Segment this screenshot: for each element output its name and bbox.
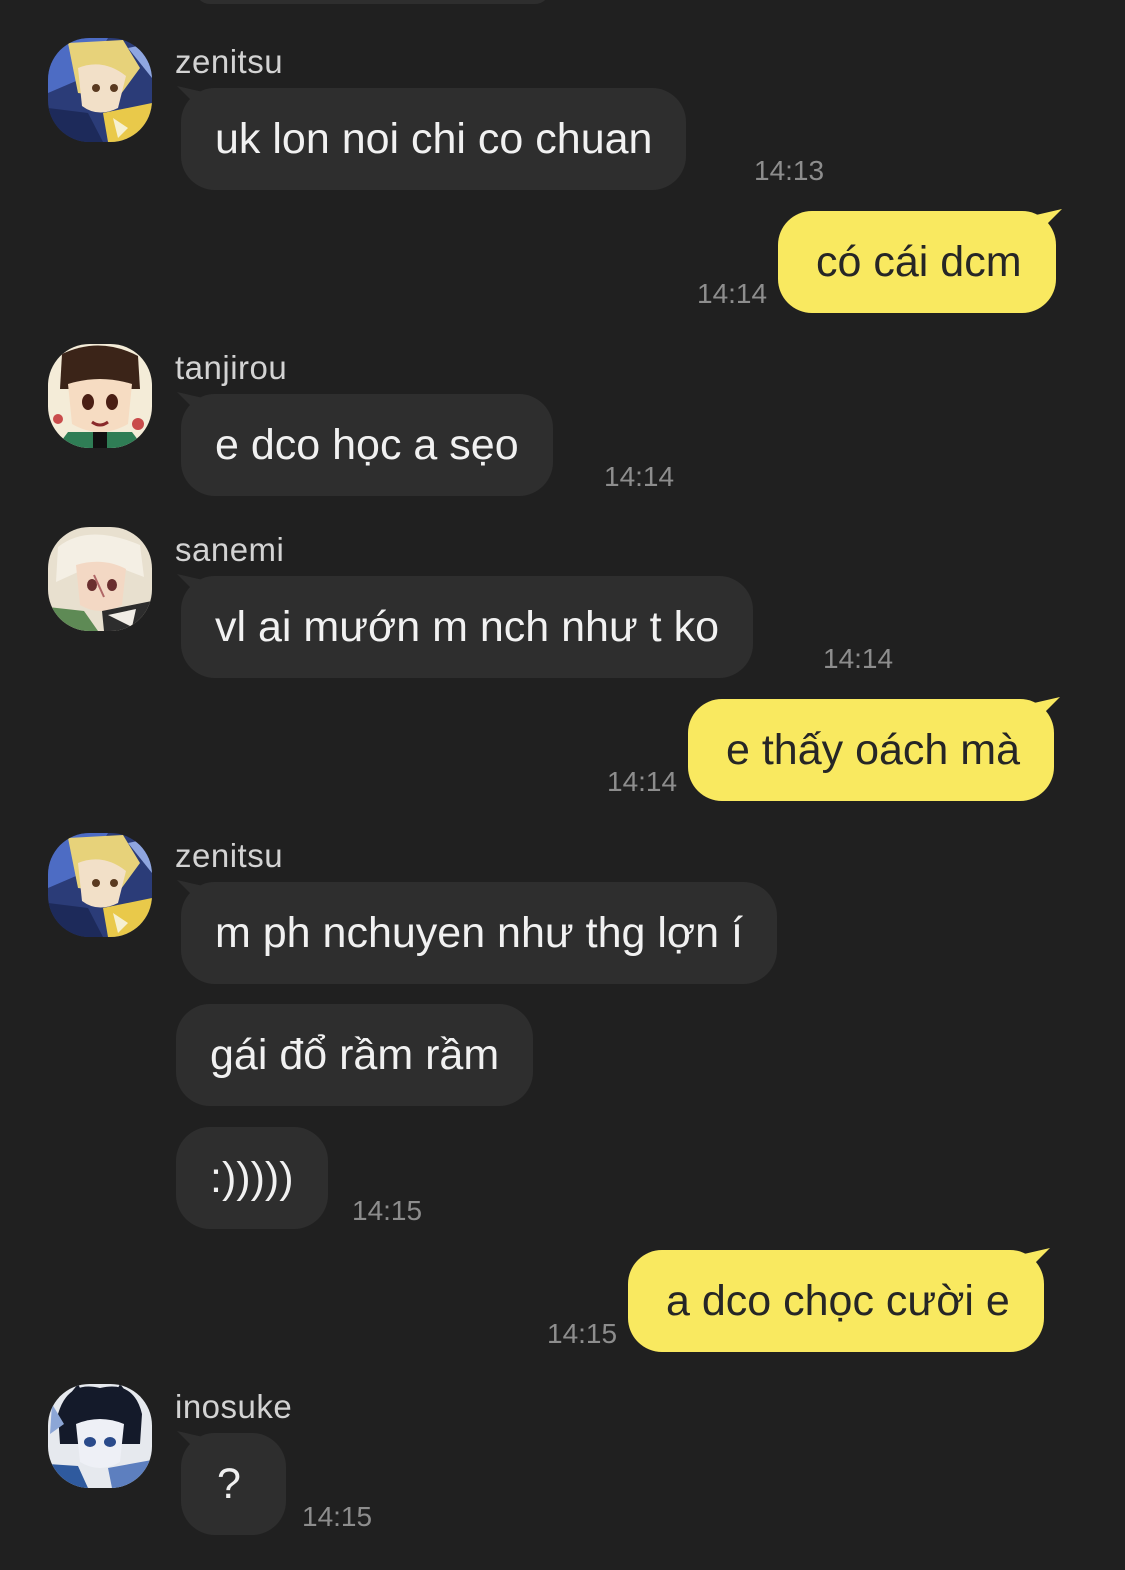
message-text: có cái dcm bbox=[816, 238, 1022, 286]
avatar-sanemi[interactable] bbox=[48, 527, 152, 631]
message-time: 14:13 bbox=[754, 155, 825, 186]
message-text: gái đổ rầm rầm bbox=[210, 1031, 500, 1079]
avatar-tanjirou[interactable] bbox=[48, 344, 152, 448]
message-bubble[interactable]: e dco học a sẹo bbox=[177, 392, 553, 496]
message-time: 14:14 bbox=[823, 643, 894, 674]
message-text: m ph nchuyen như thg lợn í bbox=[215, 909, 743, 957]
message-time: 14:14 bbox=[607, 766, 678, 797]
avatar-inosuke[interactable] bbox=[48, 1384, 152, 1488]
message-text: a dco chọc cười e bbox=[666, 1277, 1010, 1325]
message-bubble[interactable]: gái đổ rầm rầm bbox=[176, 1004, 534, 1106]
my-message-bubble[interactable]: e thấy oách mà bbox=[688, 697, 1061, 801]
message-time: 14:15 bbox=[547, 1318, 618, 1349]
sanemi-avatar-icon bbox=[48, 527, 152, 631]
sender-name: zenitsu bbox=[175, 43, 284, 80]
bubble-tail-icon bbox=[177, 392, 203, 418]
avatar-zenitsu[interactable] bbox=[48, 38, 152, 142]
message-time: 14:15 bbox=[302, 1501, 373, 1532]
tanjirou-avatar-icon bbox=[48, 344, 152, 448]
inosuke-avatar-icon bbox=[48, 1384, 152, 1488]
message-bubble[interactable]: :))))) bbox=[176, 1127, 328, 1229]
message-text: :))))) bbox=[210, 1154, 294, 1202]
my-message-bubble[interactable]: a dco chọc cười e bbox=[628, 1248, 1050, 1352]
message-text: e thấy oách mà bbox=[726, 726, 1021, 774]
sender-name: tanjirou bbox=[175, 349, 288, 386]
bubble-tail-icon bbox=[1023, 1248, 1050, 1274]
sender-name: sanemi bbox=[175, 531, 285, 568]
bubble-tail-icon bbox=[177, 880, 203, 906]
message-time: 14:14 bbox=[697, 278, 768, 309]
message-text: e dco học a sẹo bbox=[215, 421, 519, 469]
message-time: 14:15 bbox=[352, 1195, 423, 1226]
sender-name: inosuke bbox=[175, 1388, 293, 1425]
message-text: vl ai mướn m nch như t ko bbox=[215, 603, 719, 651]
bubble-tail-icon bbox=[177, 574, 203, 600]
message-bubble[interactable]: ? bbox=[177, 1431, 286, 1535]
message-bubble[interactable]: vl ai mướn m nch như t ko bbox=[177, 574, 753, 678]
zenitsu-avatar-icon bbox=[48, 833, 152, 937]
bubble-tail-icon bbox=[1034, 697, 1061, 723]
zenitsu-avatar-icon bbox=[48, 38, 152, 142]
message-text: ? bbox=[217, 1460, 241, 1508]
message-bubble[interactable]: uk lon noi chi co chuan bbox=[177, 86, 687, 190]
previous-message-bubble-partial bbox=[195, 0, 550, 4]
message-time: 14:14 bbox=[604, 461, 675, 492]
sender-name: zenitsu bbox=[175, 837, 284, 874]
bubble-tail-icon bbox=[177, 86, 203, 112]
bubble-tail-icon bbox=[177, 1431, 203, 1457]
avatar-zenitsu[interactable] bbox=[48, 833, 152, 937]
message-bubble[interactable]: m ph nchuyen như thg lợn í bbox=[177, 880, 777, 984]
message-text: uk lon noi chi co chuan bbox=[215, 115, 653, 163]
my-message-bubble[interactable]: có cái dcm bbox=[778, 209, 1062, 313]
bubble-tail-icon bbox=[1035, 209, 1062, 235]
